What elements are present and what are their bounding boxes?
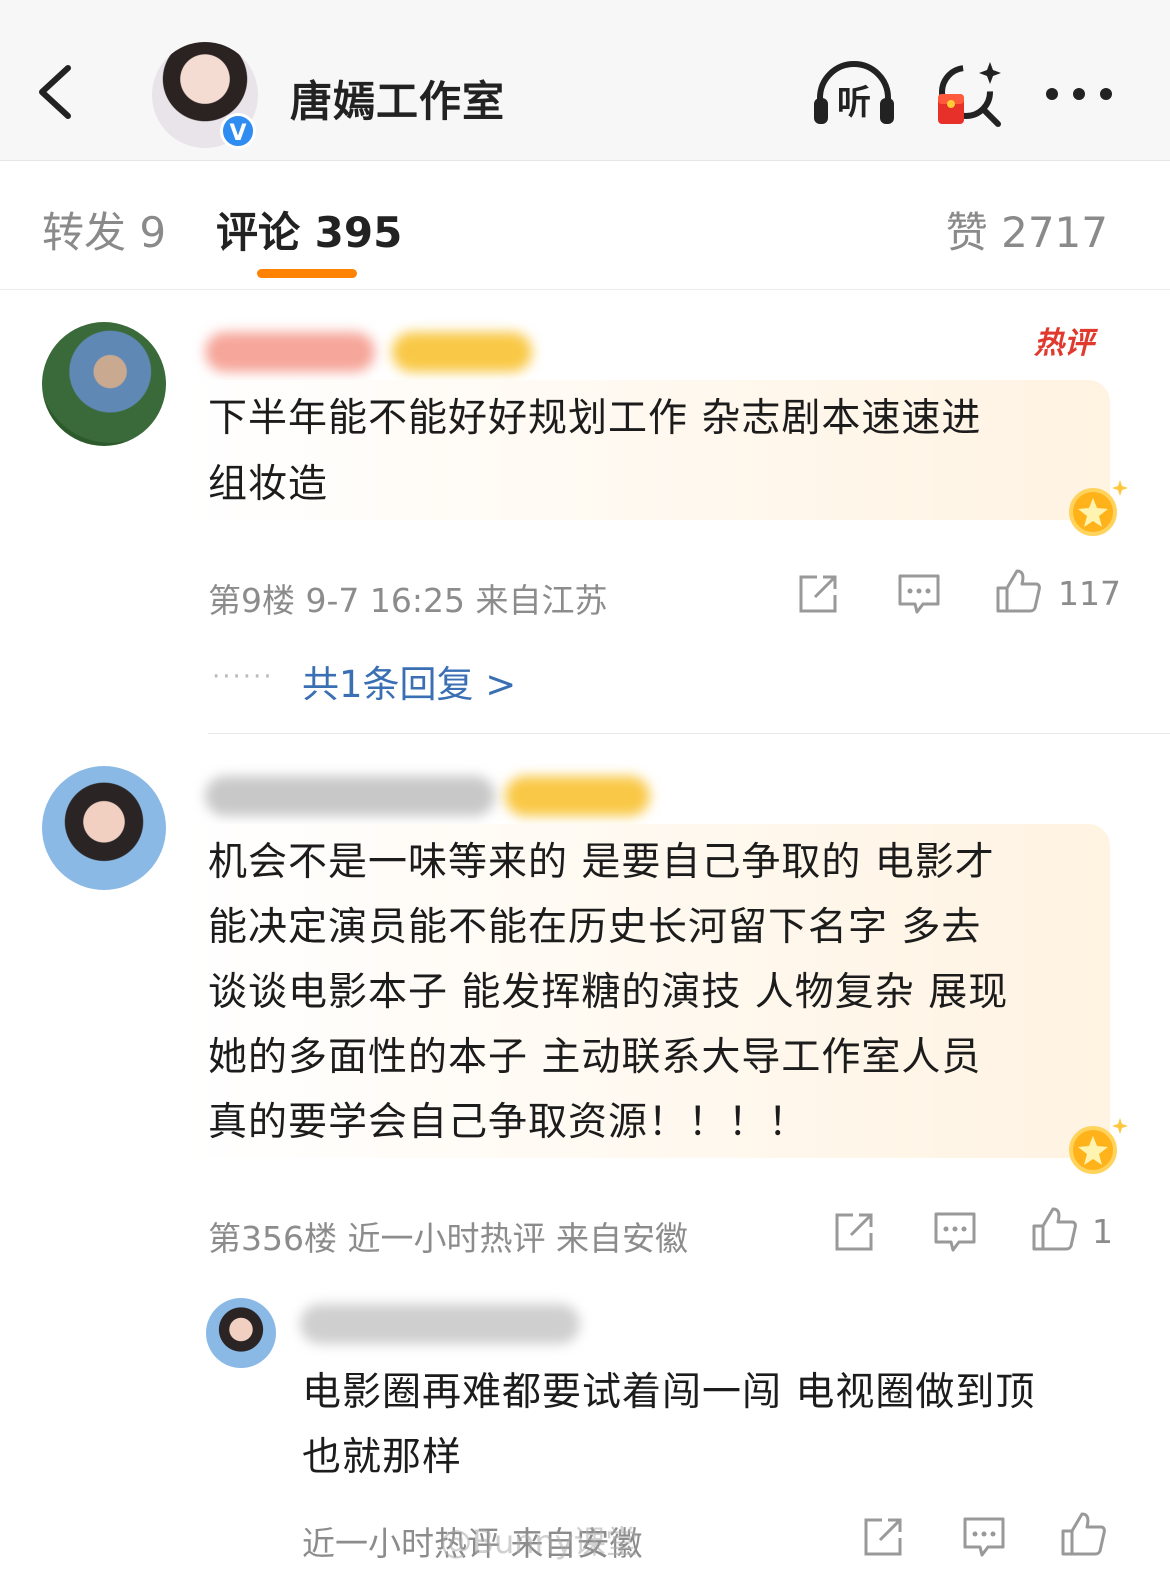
comment-icon[interactable]	[933, 1211, 977, 1253]
reply-username-blurred[interactable]	[300, 1304, 580, 1344]
username-blurred[interactable]	[205, 332, 375, 372]
medal-icon	[1069, 480, 1128, 536]
comment-meta: 第356楼 近一小时热评 来自安徽	[208, 1219, 688, 1258]
verified-badge-icon: V	[220, 113, 256, 149]
headphone-listen-icon[interactable]: 听	[812, 58, 896, 128]
chevron-left-icon[interactable]	[28, 62, 88, 122]
top-bar: V 唐嫣工作室 听	[0, 0, 1170, 161]
share-icon[interactable]	[862, 1516, 904, 1558]
comment-avatar[interactable]	[42, 766, 166, 890]
comment-text-line: 能决定演员能不能在历史长河留下名字 多去	[208, 905, 982, 950]
comment-icon[interactable]	[897, 573, 941, 615]
more-icon[interactable]	[1044, 84, 1114, 104]
tab-bar: 转发 9 评论 395 赞 2717	[0, 161, 1170, 290]
share-icon[interactable]	[833, 1211, 875, 1253]
comment-text-line: 下半年能不能好好规划工作 杂志剧本速速进	[208, 396, 982, 441]
user-badge-blurred	[392, 332, 532, 372]
user-badge-blurred	[505, 776, 650, 816]
reply-avatar[interactable]	[206, 1298, 276, 1368]
tab-forward[interactable]: 转发 9	[42, 199, 166, 260]
tab-likes[interactable]: 赞 2717	[946, 199, 1108, 260]
reply-text-line: 电影圈再难都要试着闯一闯 电视圈做到顶	[302, 1370, 1036, 1415]
red-packet-search-icon[interactable]	[934, 58, 1004, 128]
comment-text-line: 组妆造	[208, 462, 329, 507]
reply-text-line: 也就那样	[302, 1435, 463, 1480]
comment-divider	[208, 733, 1170, 734]
comment-icon[interactable]	[962, 1516, 1006, 1558]
hot-comment-badge: 热评	[1034, 326, 1094, 361]
thumbs-up-icon[interactable]	[995, 568, 1041, 614]
comment-text-line: 谈谈电影本子 能发挥糖的演技 人物复杂 展现	[208, 970, 1009, 1015]
watermark: @Bunny课堂	[440, 1523, 638, 1561]
reply-dots: ······	[212, 662, 274, 692]
thumbs-up-icon[interactable]	[1060, 1511, 1106, 1557]
like-count: 1	[1092, 1212, 1113, 1251]
tab-comments[interactable]: 评论 395	[216, 199, 402, 260]
page-title[interactable]: 唐嫣工作室	[290, 68, 505, 129]
view-replies-link[interactable]: 共1条回复 >	[302, 654, 516, 708]
comment-meta: 第9楼 9-7 16:25 来自江苏	[208, 581, 608, 620]
share-icon[interactable]	[797, 573, 839, 615]
comment-text-line: 她的多面性的本子 主动联系大导工作室人员	[208, 1035, 982, 1080]
listen-label: 听	[837, 83, 871, 123]
active-tab-indicator	[257, 269, 357, 278]
thumbs-up-icon[interactable]	[1031, 1206, 1077, 1252]
medal-icon	[1069, 1118, 1128, 1174]
comment-text-line: 真的要学会自己争取资源！！！！	[208, 1100, 809, 1145]
username-blurred[interactable]	[205, 776, 495, 816]
comment-text-line: 机会不是一味等来的 是要自己争取的 电影才	[208, 840, 995, 885]
like-count: 117	[1058, 574, 1121, 613]
comment-avatar[interactable]	[42, 322, 166, 446]
